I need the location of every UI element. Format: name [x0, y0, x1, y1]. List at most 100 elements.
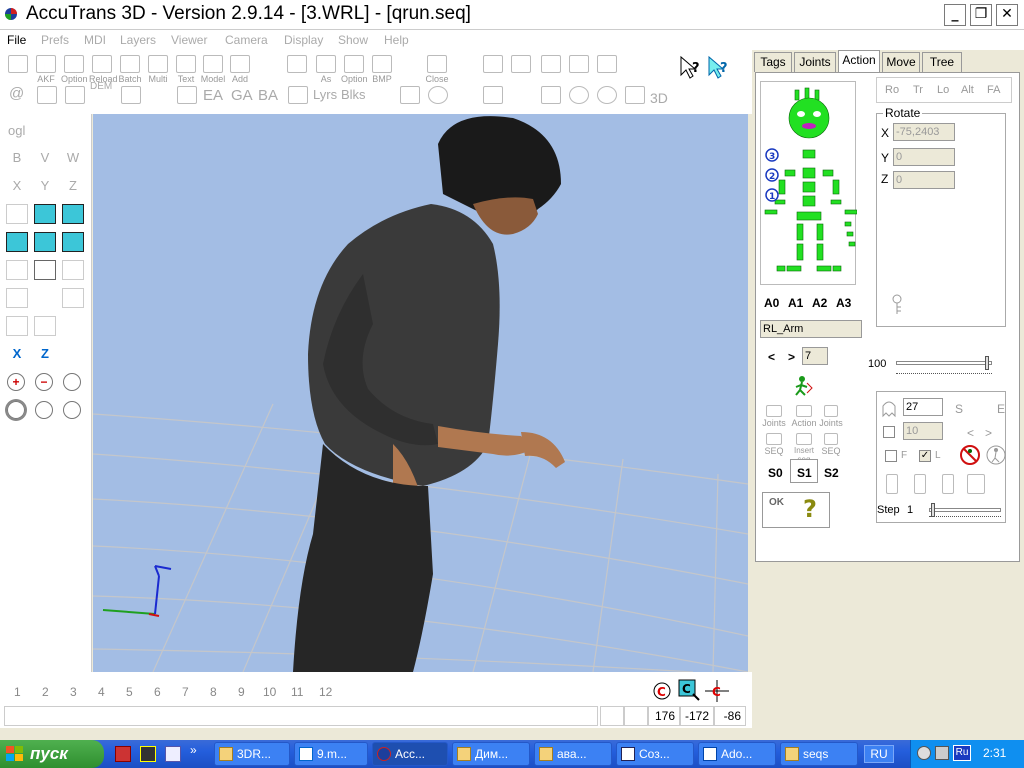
graph-icon[interactable] [508, 55, 534, 73]
lines-icon[interactable] [62, 86, 88, 104]
zoom-in-icon[interactable]: + [7, 373, 25, 391]
zoom-window-icon[interactable] [7, 401, 25, 419]
grid-icon[interactable] [566, 55, 592, 73]
joints-open-icon[interactable]: Joints [762, 405, 786, 428]
task-3dr[interactable]: 3DR... [214, 742, 290, 766]
align2-icon[interactable] [34, 316, 56, 336]
view-icon[interactable] [6, 260, 28, 280]
quicklaunch-2-icon[interactable] [140, 746, 156, 762]
tab-tags[interactable]: Tags [754, 52, 792, 72]
save-icon[interactable] [284, 55, 310, 73]
open-folder-icon[interactable] [5, 55, 31, 73]
prev-frame-button[interactable]: < [768, 350, 775, 364]
figure-icon[interactable] [594, 55, 620, 73]
select-tool-icon[interactable] [6, 288, 28, 308]
seq-open-icon[interactable]: SEQ [762, 433, 786, 456]
tray-network-icon[interactable] [935, 746, 949, 760]
save-option-icon[interactable]: Option [341, 55, 368, 84]
transform-icon[interactable] [480, 55, 506, 73]
rotate-y-icon[interactable]: Y [34, 176, 56, 196]
frame-field[interactable]: 7 [802, 347, 828, 365]
center-move-icon[interactable]: C [704, 680, 730, 702]
multi-icon[interactable]: Multi [145, 55, 171, 84]
minimize-button[interactable]: _ [944, 4, 966, 26]
start-button[interactable]: пуск [0, 740, 104, 768]
joint-remove-icon[interactable] [937, 474, 959, 494]
help-button[interactable]: ? [803, 495, 817, 523]
rot-x-field[interactable]: -75,2403 [893, 123, 955, 141]
quicklaunch-1-icon[interactable] [115, 746, 131, 762]
step-slider-thumb[interactable] [931, 503, 936, 517]
rotate-w-icon[interactable]: W [62, 148, 84, 168]
menu-viewer[interactable]: Viewer [171, 33, 207, 47]
no-icon[interactable] [425, 86, 451, 104]
zoom-out-icon[interactable]: − [35, 373, 53, 391]
tools-icon[interactable] [118, 86, 144, 104]
frame-8[interactable]: 8 [210, 685, 217, 699]
tab-move[interactable]: Move [882, 52, 920, 72]
reload-icon[interactable]: Reload [89, 55, 118, 84]
tab-action[interactable]: Action [838, 50, 880, 72]
layers-icon[interactable]: Lyrs [313, 87, 337, 102]
batch-icon[interactable]: Batch [117, 55, 143, 84]
joints-save-icon[interactable]: Joints [818, 405, 844, 428]
add-icon[interactable]: Add [227, 55, 253, 84]
dem-icon[interactable]: DEM [90, 81, 112, 92]
menu-layers[interactable]: Layers [120, 33, 156, 47]
seq-s1-button[interactable]: S1 [790, 459, 818, 483]
tab-joints[interactable]: Joints [794, 52, 836, 72]
step-slider[interactable] [929, 503, 1001, 517]
run-figure-icon[interactable] [794, 375, 814, 397]
l-checkbox[interactable]: ✓ [919, 450, 931, 462]
cube-right-icon[interactable] [62, 204, 84, 224]
open-option-icon[interactable]: Option [61, 55, 88, 84]
menu-camera[interactable]: Camera [225, 33, 268, 47]
menu-show[interactable]: Show [338, 33, 368, 47]
align-icon[interactable] [6, 316, 28, 336]
menu-prefs[interactable]: Prefs [41, 33, 69, 47]
frame-tool-icon[interactable] [62, 288, 84, 308]
quicklaunch-more-icon[interactable]: » [190, 743, 197, 757]
rotate-b-icon[interactable]: B [6, 148, 28, 168]
mode-tr[interactable]: Tr [913, 84, 923, 96]
viewport-3d[interactable] [93, 114, 748, 672]
frame-2[interactable]: 2 [42, 685, 49, 699]
ghost-icon[interactable] [881, 400, 897, 418]
matrix-icon[interactable] [480, 86, 506, 104]
ogl-button[interactable]: ogl [8, 123, 25, 138]
pin-icon[interactable] [889, 294, 905, 316]
anim-a1[interactable]: A1 [788, 296, 803, 310]
mode-alt[interactable]: Alt [961, 84, 974, 96]
text-icon[interactable]: Text [173, 55, 199, 84]
rotate-x-icon[interactable]: X [6, 176, 28, 196]
open-akf-icon[interactable]: AKF [33, 55, 59, 84]
mesh-icon[interactable] [622, 86, 648, 104]
close-file-icon[interactable]: Close [424, 55, 450, 84]
frame-9[interactable]: 9 [238, 685, 245, 699]
ba-icon[interactable]: BA [258, 87, 278, 104]
maximize-button[interactable]: ❐ [970, 4, 992, 26]
mode-lo[interactable]: Lo [937, 84, 949, 96]
frame-4[interactable]: 4 [98, 685, 105, 699]
ok-button[interactable]: OK [769, 497, 784, 508]
menu-help[interactable]: Help [384, 33, 409, 47]
select-icon[interactable] [397, 86, 423, 104]
rot-y-field[interactable]: 0 [893, 148, 955, 166]
menu-display[interactable]: Display [284, 33, 323, 47]
frame-7[interactable]: 7 [182, 685, 189, 699]
axis-z-icon[interactable]: Z [34, 344, 56, 364]
task-ava[interactable]: ава... [534, 742, 612, 766]
anim-a2[interactable]: A2 [812, 296, 827, 310]
joint-name-field[interactable]: RL_Arm [760, 320, 862, 338]
loop-prev-button[interactable]: < [967, 426, 974, 440]
boxes-icon[interactable] [285, 86, 311, 104]
cylinder-icon[interactable] [566, 86, 592, 104]
mode-fa[interactable]: FA [987, 84, 1000, 96]
seq-s2-button[interactable]: S2 [824, 466, 839, 480]
model-icon[interactable]: Model [200, 55, 226, 84]
walk-icon[interactable] [985, 444, 1007, 466]
frame-1[interactable]: 1 [14, 685, 21, 699]
shapes-icon[interactable] [538, 86, 564, 104]
rot-z-field[interactable]: 0 [893, 171, 955, 189]
task-seqs[interactable]: seqs [780, 742, 858, 766]
